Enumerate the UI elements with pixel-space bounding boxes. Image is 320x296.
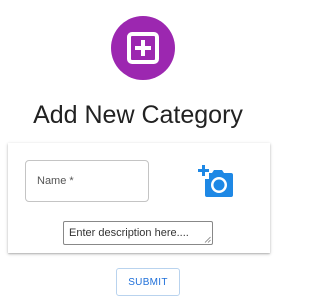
page-title: Add New Category	[33, 101, 243, 129]
add-box-icon	[127, 32, 159, 64]
name-field-label: Name *	[37, 175, 74, 187]
category-form-card: Name *	[8, 143, 270, 253]
add-a-photo-icon	[198, 165, 233, 197]
description-input[interactable]	[64, 222, 212, 244]
add-category-icon	[111, 16, 175, 80]
resize-handle-icon[interactable]	[204, 236, 211, 243]
description-field[interactable]	[63, 221, 213, 245]
add-photo-button[interactable]	[197, 165, 237, 199]
name-field[interactable]: Name *	[25, 160, 149, 202]
submit-button[interactable]: SUBMIT	[116, 268, 180, 296]
